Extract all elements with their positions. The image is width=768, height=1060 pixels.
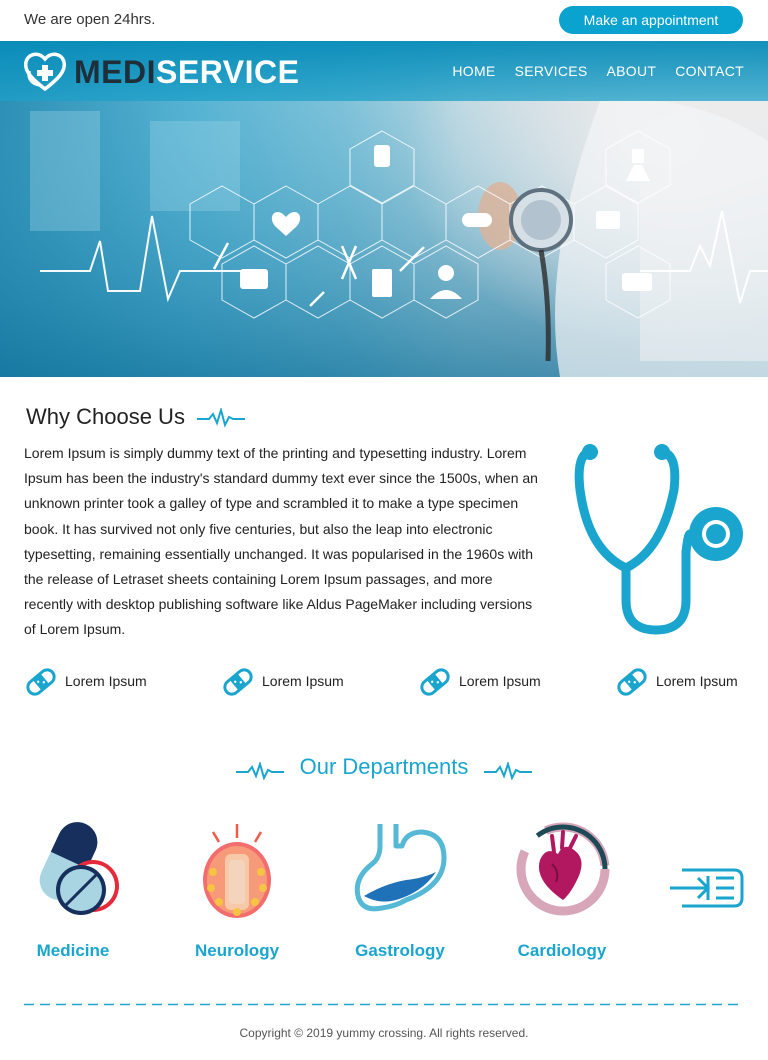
departments-heading-wrap: Our Departments: [0, 754, 768, 780]
bandage-icon: [26, 668, 56, 696]
bandage-icon: [420, 668, 450, 696]
hero-banner: MEDISERVICE HOME SERVICES ABOUT CONTACT: [0, 41, 768, 377]
brand-name-part2: SERVICE: [156, 54, 300, 90]
nav-link-contact[interactable]: CONTACT: [675, 63, 744, 79]
heart-icon: [516, 822, 610, 916]
brand-name-part1: MEDI: [74, 54, 156, 90]
heartbeat-wave-icon: [197, 408, 245, 428]
arrow-right-icon[interactable]: [668, 864, 744, 912]
nav-link-home[interactable]: HOME: [452, 63, 495, 79]
opening-hours-text: We are open 24hrs.: [24, 11, 156, 28]
department-medicine[interactable]: Medicine: [0, 820, 153, 970]
make-appointment-button[interactable]: Make an appointment: [559, 6, 743, 34]
bandage-icon: [617, 668, 647, 696]
departments-heading: Our Departments: [299, 754, 469, 779]
nav-link-about[interactable]: ABOUT: [607, 63, 657, 79]
main-navbar: MEDISERVICE HOME SERVICES ABOUT CONTACT: [0, 41, 768, 101]
brain-icon: [203, 824, 271, 918]
nav-link-services[interactable]: SERVICES: [515, 63, 588, 79]
department-label: Neurology: [194, 941, 280, 960]
heartbeat-wave-icon: [484, 762, 532, 780]
why-choose-us-heading: Why Choose Us: [26, 404, 185, 429]
department-label: Cardiology: [517, 941, 607, 960]
logo[interactable]: MEDISERVICE: [24, 49, 299, 93]
why-choose-us-text: Lorem Ipsum is simply dummy text of the …: [24, 445, 538, 638]
top-bar: We are open 24hrs. Make an appointment: [0, 0, 768, 41]
primary-nav: HOME SERVICES ABOUT CONTACT: [452, 63, 744, 79]
feature-label: Lorem Ipsum: [262, 673, 344, 689]
department-gastrology[interactable]: Gastrology: [320, 820, 480, 970]
department-cardiology[interactable]: Cardiology: [482, 820, 642, 970]
stethoscope-icon: [574, 444, 743, 635]
feature-list: Lorem Ipsum Lorem Ipsum Lorem Ipsum Lore…: [24, 666, 754, 698]
department-label: Medicine: [36, 941, 110, 960]
department-neurology[interactable]: Neurology: [157, 820, 317, 970]
footer-divider: [24, 1003, 744, 1006]
feature-label: Lorem Ipsum: [65, 673, 147, 689]
pills-icon: [39, 822, 119, 915]
heart-cross-logo-icon: [24, 52, 66, 91]
feature-label: Lorem Ipsum: [656, 673, 738, 689]
feature-label: Lorem Ipsum: [459, 673, 541, 689]
department-label: Gastrology: [355, 941, 445, 960]
copyright-text: Copyright © 2019 yummy crossing. All rig…: [239, 1026, 529, 1040]
brand-name: MEDISERVICE: [74, 54, 299, 91]
stomach-icon: [354, 824, 447, 912]
bandage-icon: [223, 668, 253, 696]
